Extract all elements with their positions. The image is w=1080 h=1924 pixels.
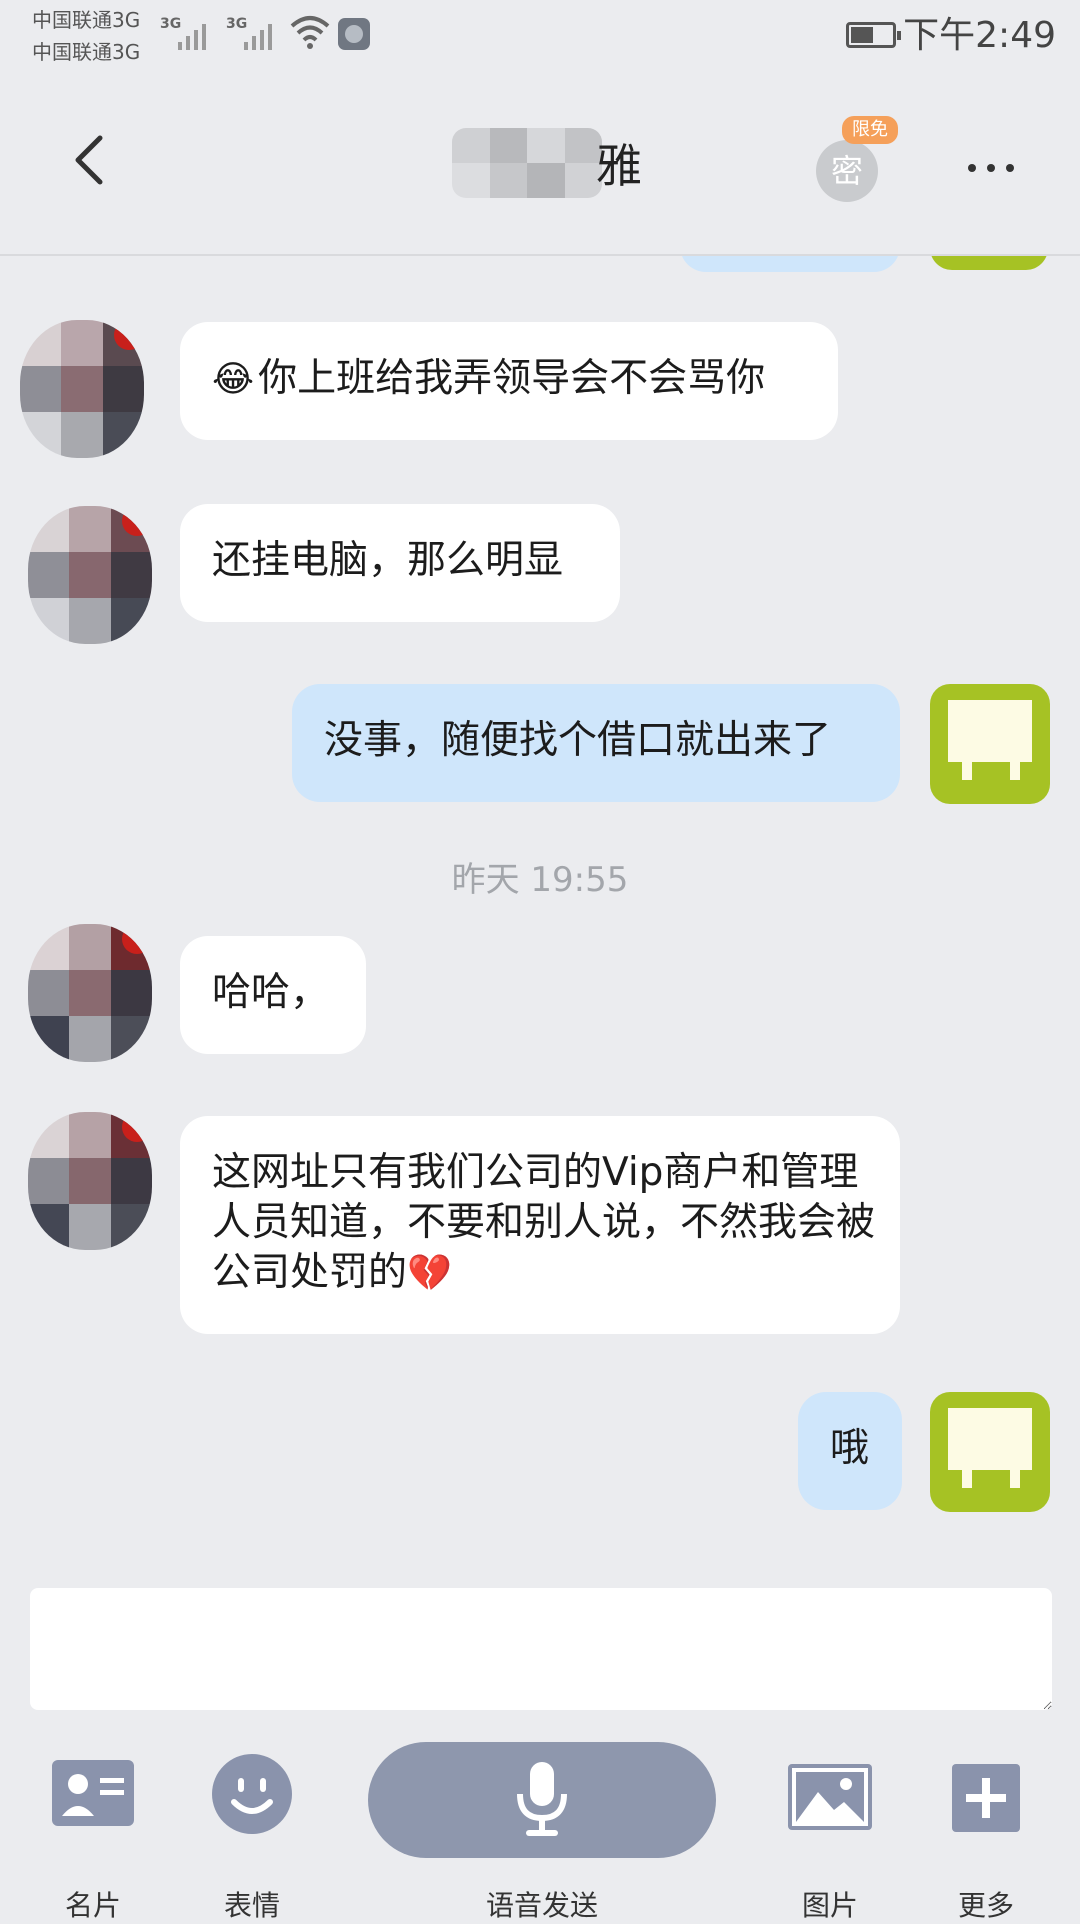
image-label: 图片 bbox=[801, 1889, 858, 1922]
browser-notification-icon bbox=[338, 18, 370, 50]
censored-name-block bbox=[452, 128, 602, 198]
emoji-label: 表情 bbox=[223, 1889, 280, 1922]
more-options-icon[interactable] bbox=[956, 152, 1026, 182]
more-label: 更多 bbox=[957, 1889, 1014, 1922]
contact-avatar[interactable] bbox=[28, 506, 152, 644]
message-bubble-incoming[interactable]: 这网址只有我们公司的Vip商户和管理人员知道，不要和别人说，不然我会被公司处罚的… bbox=[180, 1116, 900, 1334]
timestamp-label: 昨天 19:55 bbox=[451, 860, 629, 900]
voice-send-button[interactable] bbox=[368, 1742, 716, 1858]
contact-title[interactable]: 雅 bbox=[452, 128, 642, 198]
carrier-name-1: 中国联通3G bbox=[32, 8, 141, 32]
previous-self-avatar bbox=[930, 256, 1048, 270]
message-bubble-incoming[interactable]: 哈哈， bbox=[180, 936, 366, 1054]
contact-avatar[interactable] bbox=[20, 320, 144, 458]
picture-icon bbox=[788, 1764, 872, 1830]
message-text: 还挂电脑，那么明显 bbox=[212, 538, 564, 583]
status-bar: 中国联通3G 中国联通3G 3G 3G 下午2:49 bbox=[0, 0, 1080, 78]
message-text: 没事，随便找个借口就出来了 bbox=[324, 718, 832, 763]
message-input[interactable] bbox=[30, 1588, 1052, 1710]
signal-bars-icon bbox=[244, 18, 272, 50]
emoji-face-icon bbox=[212, 1754, 292, 1834]
self-avatar[interactable] bbox=[930, 684, 1050, 804]
carrier-name-2: 中国联通3G bbox=[32, 40, 141, 64]
secret-chat-icon[interactable]: 密 bbox=[816, 140, 878, 202]
bottom-toolbar: 名片 表情 语音发送 图片 更多 bbox=[0, 1724, 1080, 1922]
back-icon[interactable] bbox=[64, 132, 120, 188]
battery-icon bbox=[846, 22, 901, 48]
message-text: 这网址只有我们公司的Vip商户和管理人员知道，不要和别人说，不然我会被公司处罚的 bbox=[212, 1150, 876, 1295]
status-time: 下午2:49 bbox=[903, 15, 1056, 56]
laughing-emoji-icon: 😂 bbox=[212, 359, 255, 400]
broken-heart-emoji-icon: 💔 bbox=[407, 1253, 452, 1294]
voice-send-label: 语音发送 bbox=[485, 1889, 598, 1922]
contact-card-icon bbox=[52, 1760, 134, 1826]
microphone-icon bbox=[517, 1762, 567, 1836]
free-badge: 限免 bbox=[842, 116, 898, 144]
card-label: 名片 bbox=[64, 1889, 121, 1922]
previous-message-bubble bbox=[680, 256, 900, 272]
message-list[interactable]: 😂 你上班给我弄领导会不会骂你 还挂电脑，那么明显 没事，随便找个借口就出来了 昨… bbox=[0, 256, 1080, 1546]
message-bubble-outgoing[interactable]: 哦 bbox=[798, 1392, 902, 1510]
signal-bars-icon bbox=[178, 18, 206, 50]
plus-icon bbox=[952, 1764, 1020, 1832]
self-avatar[interactable] bbox=[930, 1392, 1050, 1512]
message-text: 哈哈， bbox=[212, 970, 330, 1015]
message-text: 哦 bbox=[830, 1426, 870, 1471]
message-bubble-incoming[interactable]: 😂 你上班给我弄领导会不会骂你 bbox=[180, 322, 838, 440]
message-bubble-incoming[interactable]: 还挂电脑，那么明显 bbox=[180, 504, 620, 622]
message-text: 你上班给我弄领导会不会骂你 bbox=[258, 356, 766, 401]
chat-header: 雅 密 限免 bbox=[0, 78, 1080, 256]
contact-avatar[interactable] bbox=[28, 924, 152, 1062]
contact-avatar[interactable] bbox=[28, 1112, 152, 1250]
wifi-icon bbox=[290, 16, 330, 49]
contact-name-visible: 雅 bbox=[596, 139, 642, 193]
message-bubble-outgoing[interactable]: 没事，随便找个借口就出来了 bbox=[292, 684, 900, 802]
